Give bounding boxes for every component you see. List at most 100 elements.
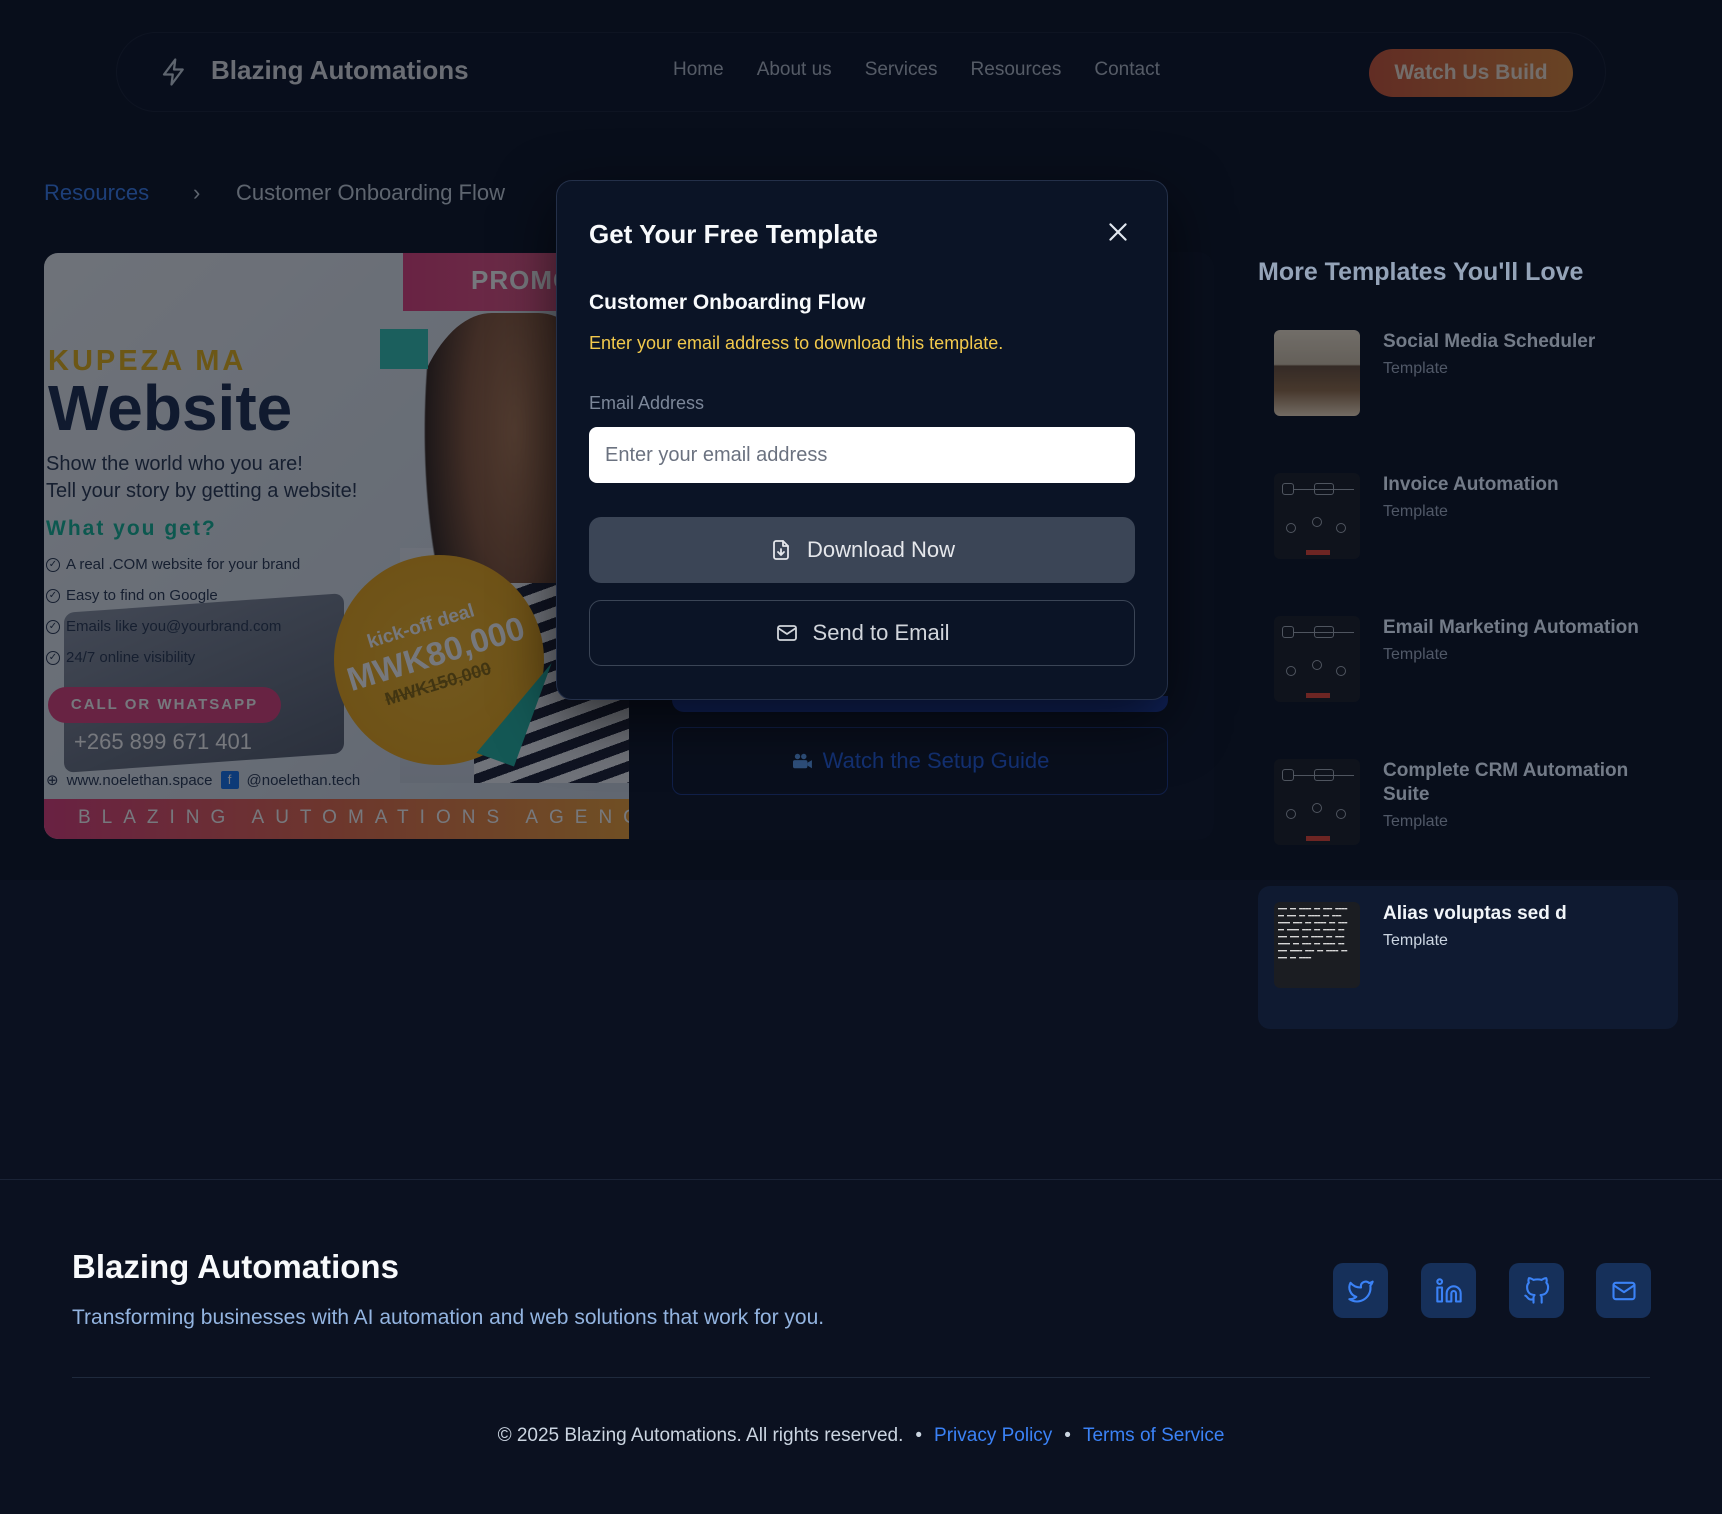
nav-link-contact[interactable]: Contact: [1094, 59, 1159, 81]
list-item[interactable]: ▬▬▬ ▬▬ ▬▬▬▬ ▬▬ ▬▬▬ ▬▬▬▬ ▬▬ ▬▬▬ ▬▬ ▬▬▬▬ ▬…: [1258, 886, 1678, 1029]
copyright: © 2025 Blazing Automations. All rights r…: [497, 1425, 904, 1446]
modal-title: Get Your Free Template: [589, 219, 878, 249]
footer-bullet: •: [915, 1425, 923, 1446]
chevron-right-icon: ›: [193, 180, 201, 205]
social-email-button[interactable]: [1596, 1263, 1651, 1318]
nav-link-about[interactable]: About us: [757, 59, 832, 81]
template-title: Email Marketing Automation: [1383, 617, 1639, 638]
footer-bullet: •: [1064, 1425, 1071, 1446]
list-item[interactable]: Email Marketing Automation Template: [1258, 600, 1678, 743]
close-icon[interactable]: [1105, 219, 1131, 245]
flow-node: [1286, 809, 1296, 819]
mail-icon: [1611, 1281, 1636, 1300]
globe-icon: ⊕: [46, 772, 59, 789]
hero-contact-line: ⊕ www.noelethan.space f @noelethan.tech: [46, 771, 360, 789]
flow-node: [1312, 517, 1322, 527]
navbar: Blazing Automations Home About us Servic…: [116, 32, 1606, 112]
hero-feature: ✓ Emails like you@yourbrand.com: [46, 618, 281, 635]
flow-marker: [1306, 836, 1330, 841]
hero-feature: ✓ A real .COM website for your brand: [46, 556, 300, 573]
page: Blazing Automations Home About us Servic…: [0, 0, 1722, 1514]
template-title: Alias voluptas sed d: [1383, 903, 1567, 924]
agency-banner: BLAZING AUTOMATIONS AGENCY: [44, 799, 629, 839]
footer-brand: Blazing Automations: [72, 1248, 399, 1285]
hero-site: www.noelethan.space: [66, 771, 213, 789]
template-thumbnail: [1274, 759, 1360, 845]
send-to-email-button[interactable]: Send to Email: [589, 600, 1135, 666]
watch-setup-guide-button[interactable]: Watch the Setup Guide: [672, 727, 1168, 795]
brand-name[interactable]: Blazing Automations: [211, 55, 469, 86]
check-icon: ✓: [46, 619, 60, 634]
terms-of-service-link[interactable]: Terms of Service: [1083, 1425, 1224, 1447]
mail-icon: [776, 625, 797, 641]
video-camera-icon: [792, 753, 812, 769]
nav-link-services[interactable]: Services: [865, 59, 938, 81]
list-item[interactable]: Complete CRM Automation Suite Template: [1258, 743, 1678, 886]
flow-marker: [1306, 693, 1330, 698]
social-linkedin-button[interactable]: [1421, 1263, 1476, 1318]
lightning-icon: [162, 58, 184, 86]
download-now-button[interactable]: Download Now: [589, 517, 1135, 583]
modal-template-name: Customer Onboarding Flow: [589, 291, 866, 314]
flow-marker: [1306, 550, 1330, 555]
template-title: Complete CRM Automation Suite: [1383, 760, 1629, 805]
hero-handle: @noelethan.tech: [246, 771, 361, 789]
template-tag: Template: [1383, 360, 1448, 377]
watch-setup-guide-label: Watch the Setup Guide: [822, 748, 1050, 773]
check-icon: ✓: [46, 650, 60, 665]
template-thumbnail: [1274, 616, 1360, 702]
flow-node: [1282, 769, 1294, 781]
modal-description: Enter your email address to download thi…: [589, 333, 1004, 353]
sidebar-title: More Templates You'll Love: [1258, 258, 1584, 286]
hero-line-1: Show the world who you are!: [46, 453, 303, 475]
flow-node: [1286, 666, 1296, 676]
list-item[interactable]: Invoice Automation Template: [1258, 457, 1678, 600]
social-twitter-button[interactable]: [1333, 1263, 1388, 1318]
privacy-policy-link[interactable]: Privacy Policy: [934, 1425, 1052, 1447]
hero-feature-text: Easy to find on Google: [66, 587, 218, 604]
flow-node: [1314, 626, 1334, 638]
template-tag: Template: [1383, 646, 1448, 663]
template-title: Invoice Automation: [1383, 474, 1559, 495]
footer-bottom: © 2025 Blazing Automations. All rights r…: [0, 1425, 1722, 1447]
email-label: Email Address: [589, 393, 705, 413]
file-download-icon: [773, 540, 789, 560]
template-tag: Template: [1383, 813, 1448, 830]
download-template-modal: Get Your Free Template Customer Onboardi…: [556, 180, 1168, 700]
template-thumbnail: [1274, 330, 1360, 416]
facebook-icon: f: [220, 771, 239, 789]
breadcrumb-resources-link[interactable]: Resources: [44, 180, 149, 206]
download-now-label: Download Now: [807, 537, 955, 562]
template-thumbnail: [1274, 473, 1360, 559]
flow-node: [1286, 523, 1296, 533]
email-field[interactable]: [589, 427, 1135, 483]
linkedin-icon: [1435, 1277, 1462, 1303]
github-icon: [1523, 1276, 1549, 1304]
hero-phone: +265 899 671 401: [74, 729, 253, 754]
check-icon: ✓: [46, 557, 60, 572]
twitter-icon: [1347, 1280, 1374, 1303]
nav-link-resources[interactable]: Resources: [971, 59, 1062, 81]
flow-node: [1282, 626, 1294, 638]
hero-feature-text: 24/7 online visibility: [66, 649, 196, 666]
flow-node: [1314, 483, 1334, 495]
social-github-button[interactable]: [1509, 1263, 1564, 1318]
list-item[interactable]: Social Media Scheduler Template: [1258, 314, 1678, 457]
flow-node: [1312, 660, 1322, 670]
footer-tagline: Transforming businesses with AI automati…: [72, 1306, 825, 1329]
footer-top-border: [0, 1179, 1722, 1180]
call-badge: CALL OR WHATSAPP: [48, 687, 281, 723]
flow-node: [1312, 803, 1322, 813]
template-tag: Template: [1383, 932, 1448, 949]
send-to-email-label: Send to Email: [812, 620, 950, 645]
flow-node: [1336, 809, 1346, 819]
hero-feature-text: A real .COM website for your brand: [66, 556, 301, 573]
hero-what-heading: What you get?: [46, 517, 217, 540]
teal-accent: [380, 329, 428, 369]
flow-node: [1282, 483, 1294, 495]
hero-feature: ✓ Easy to find on Google: [46, 587, 218, 604]
template-preview-image: PROMO KUPEZA MA Website Show the world w…: [44, 253, 629, 839]
hero-headline: Website: [48, 372, 293, 444]
watch-us-build-button[interactable]: Watch Us Build: [1369, 49, 1573, 97]
nav-link-home[interactable]: Home: [673, 59, 724, 81]
